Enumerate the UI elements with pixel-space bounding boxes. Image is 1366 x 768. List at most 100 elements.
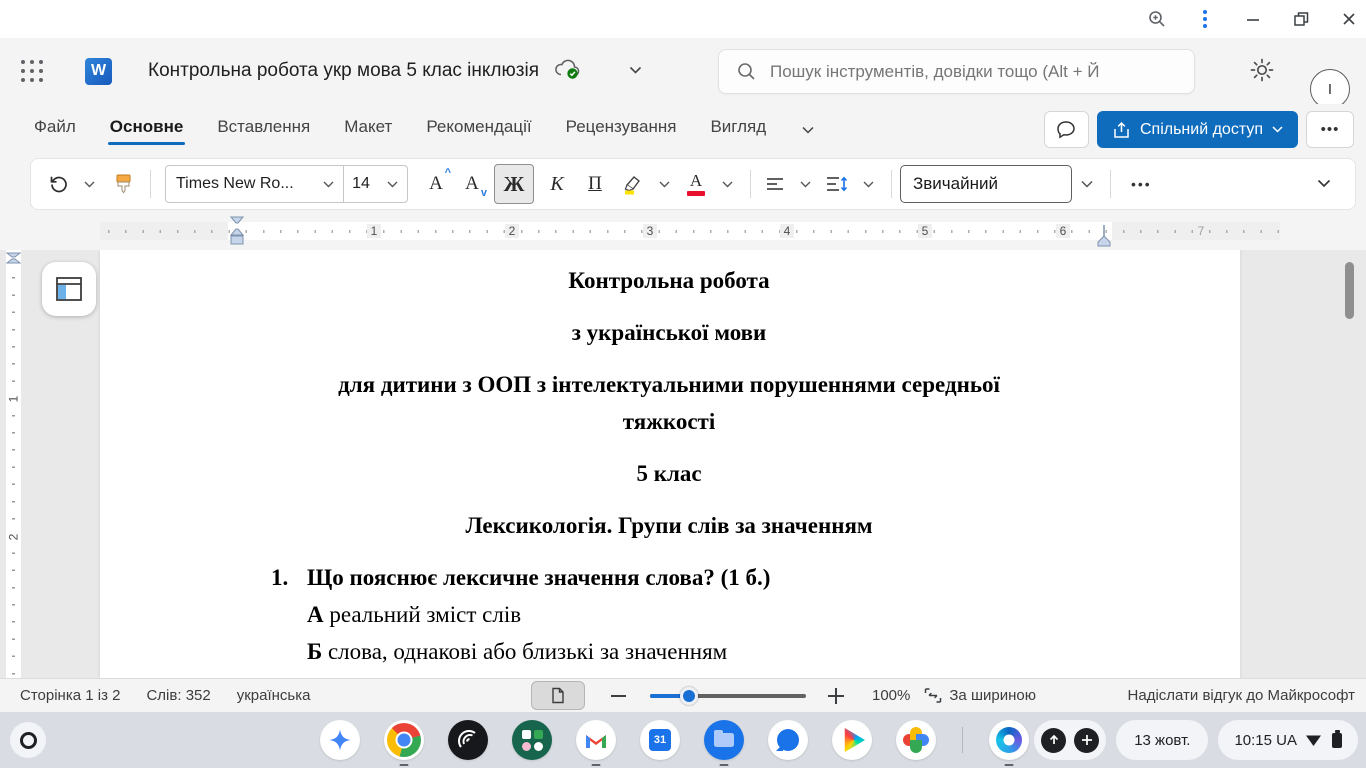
zoom-slider-thumb[interactable] [680,687,698,705]
ruler-row: 1 2 3 4 5 6 7 [0,214,1366,250]
format-painter-icon[interactable] [104,165,142,203]
green-shapes-app-icon[interactable] [512,720,552,760]
bold-button[interactable]: Ж [494,164,534,204]
top-margin-marker[interactable] [6,252,21,264]
font-color-chevron-down-icon[interactable] [713,165,742,203]
fit-width-control[interactable]: За шириною [924,687,1036,704]
photos-app-icon[interactable] [896,720,936,760]
collapse-ribbon-chevron-icon[interactable] [1317,175,1345,193]
share-chevron-down-icon [1272,126,1283,133]
shrink-font-button[interactable]: Аv [454,165,490,203]
zoom-percent[interactable]: 100% [872,687,910,704]
tab-layout[interactable]: Макет [342,111,394,147]
search-input[interactable] [770,62,1170,82]
horizontal-ruler[interactable]: 1 2 3 4 5 6 7 [100,222,1280,240]
restore-icon[interactable] [1290,8,1312,30]
page-count-status[interactable]: Сторінка 1 із 2 [20,687,120,704]
tab-review[interactable]: Рецензування [564,111,679,147]
left-indent-marker[interactable] [230,216,244,246]
share-button[interactable]: Спільний доступ [1097,111,1298,148]
zoom-page-icon[interactable] [1146,8,1168,30]
search-bar[interactable] [718,49,1195,94]
send-feedback-link[interactable]: Надіслати відгук до Майкрософт [1128,679,1355,712]
minimize-icon[interactable] [1242,8,1264,30]
tabs-chevron-down-icon[interactable] [802,119,814,139]
toolbar-more-button[interactable]: ••• [1119,165,1164,203]
vertical-scrollbar[interactable] [1345,262,1354,319]
zoom-slider[interactable] [650,694,806,698]
align-chevron-down-icon[interactable] [791,165,820,203]
font-name-chevron-down-icon[interactable] [314,165,343,203]
grow-font-button[interactable]: А^ [418,165,454,203]
gmail-app-icon[interactable] [576,720,616,760]
document-title[interactable]: Контрольна робота укр мова 5 клас інклюз… [148,60,539,82]
settings-gear-icon[interactable] [1248,56,1276,84]
zoom-out-icon[interactable] [611,694,626,698]
doc-heading: для дитини з ООП з інтелектуальними пору… [228,366,1110,403]
app-launcher-waffle-icon[interactable] [21,60,43,82]
zoom-in-plus-icon[interactable] [828,688,844,704]
font-size-chevron-down-icon[interactable] [378,165,407,203]
undo-icon[interactable] [41,165,75,203]
highlighter-icon[interactable] [614,165,650,203]
document-canvas: 1 2 Контрольна робота з української мови… [0,250,1366,678]
search-icon [737,62,756,81]
undo-chevron-down-icon[interactable] [75,165,104,203]
messages-app-icon[interactable] [768,720,808,760]
cloud-saved-icon[interactable] [553,58,581,85]
answer-option-a: А реальний зміст слів [228,596,1110,633]
italic-button[interactable]: К [538,165,576,203]
tray-date[interactable]: 13 жовт. [1116,720,1208,760]
right-indent-marker[interactable] [1097,224,1111,250]
chrome-app-icon[interactable] [384,720,424,760]
font-size-select[interactable]: 14 [344,175,378,193]
doc-heading: тяжкості [228,403,1110,440]
tab-view[interactable]: Вигляд [708,111,768,147]
navigation-pane-toggle-button[interactable] [42,262,96,316]
font-color-swatch [687,191,705,196]
line-spacing-icon[interactable] [820,165,854,203]
page-view-button[interactable] [531,681,585,710]
font-name-select[interactable]: Times New Ro... [166,175,314,193]
question-text: Що пояснює лексичне значення слова? (1 б… [307,559,770,596]
os-shelf: 31 13 жовт. 10:15 UA [0,712,1366,768]
tray-notifications[interactable] [1034,720,1106,760]
vertical-ruler[interactable]: 1 2 [6,250,21,678]
word-logo[interactable]: W [85,58,112,85]
line-spacing-chevron-down-icon[interactable] [854,165,883,203]
ribbon-more-button[interactable]: ••• [1306,111,1354,148]
language-status[interactable]: українська [237,687,311,704]
gemini-app-icon[interactable] [320,720,360,760]
style-select[interactable]: Звичайний [900,165,1072,203]
wifi-arcs-app-icon[interactable] [448,720,488,760]
tab-file[interactable]: Файл [32,111,78,147]
question-number: 1. [271,559,307,596]
comments-button[interactable] [1044,111,1089,148]
m365-copilot-app-icon[interactable] [989,720,1029,760]
app-header: W Контрольна робота укр мова 5 клас інкл… [0,38,1366,104]
formatting-toolbar: Times New Ro... 14 А^ Аv Ж К П [30,158,1356,210]
style-chevron-down-icon[interactable] [1072,165,1102,203]
close-icon[interactable] [1338,8,1360,30]
highlighter-chevron-down-icon[interactable] [650,165,679,203]
calendar-app-icon[interactable]: 31 [640,720,680,760]
underline-button[interactable]: П [576,165,614,203]
tab-recommendations[interactable]: Рекомендації [424,111,533,147]
files-app-icon[interactable] [704,720,744,760]
tab-insert[interactable]: Вставлення [215,111,312,147]
comment-icon [1056,120,1076,139]
font-color-button[interactable]: А [679,165,713,203]
tray-status-area[interactable]: 10:15 UA [1218,720,1358,760]
document-page[interactable]: Контрольна робота з української мови для… [100,250,1240,678]
account-avatar[interactable]: I [1310,69,1350,109]
share-icon [1112,121,1131,139]
tab-home[interactable]: Основне [108,111,186,147]
title-chevron-down-icon[interactable] [629,62,642,80]
kebab-menu-icon[interactable] [1194,8,1216,30]
play-store-app-icon[interactable] [832,720,872,760]
launcher-button[interactable] [10,722,46,758]
window-titlebar [0,0,1366,38]
align-icon[interactable] [759,165,791,203]
status-bar: Сторінка 1 із 2 Слів: 352 українська 100… [0,678,1366,712]
word-count-status[interactable]: Слів: 352 [146,687,210,704]
